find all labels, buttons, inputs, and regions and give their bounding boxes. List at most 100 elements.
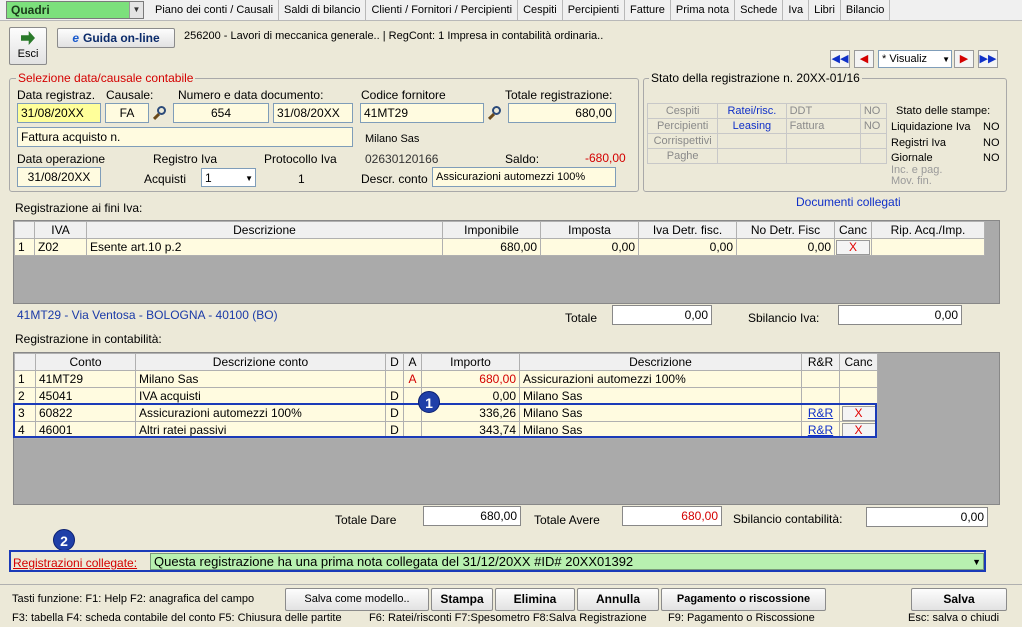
sbilancio-iva-value: 0,00 <box>838 305 962 325</box>
descr-conto-input[interactable]: Assicurazioni automezzi 100% <box>432 167 616 187</box>
last-record-icon[interactable]: ▶▶ <box>978 50 998 68</box>
stampe-giornale-label: Giornale <box>891 152 933 164</box>
stampa-button[interactable]: Stampa <box>431 588 493 611</box>
collegate-select[interactable]: Questa registrazione ha una prima nota c… <box>150 553 984 570</box>
prev-record-icon[interactable]: ◀ <box>854 50 874 68</box>
elimina-button[interactable]: Elimina <box>495 588 575 611</box>
protocollo-value: 1 <box>298 172 305 186</box>
view-mode-select[interactable]: * Visualiz ▼ <box>878 50 952 68</box>
esci-button[interactable]: Esci <box>9 27 47 65</box>
iva-col-descrizione: Descrizione <box>86 221 443 239</box>
stato-paghe: Paghe <box>646 148 719 164</box>
sbilancio-contab-label: Sbilancio contabilità: <box>733 512 843 526</box>
menu-item-libri[interactable]: Libri <box>809 0 841 20</box>
pagamento-button[interactable]: Pagamento o riscossione <box>661 588 826 611</box>
codice-fornitore-input[interactable]: 41MT29 <box>360 103 484 123</box>
first-record-icon[interactable]: ◀◀ <box>830 50 850 68</box>
chevron-down-icon[interactable]: ▼ <box>129 2 143 18</box>
data-registraz-label: Data registraz. <box>17 88 96 102</box>
stato-title: Stato della registrazione n. 20XX-01/16 <box>649 71 862 85</box>
stato-leasing: Leasing <box>717 118 787 134</box>
guida-online-button[interactable]: e Guida on-line <box>57 28 175 48</box>
stato-cespiti: Cespiti <box>646 103 719 119</box>
descrizione-input[interactable]: Fattura acquisto n. <box>17 127 353 147</box>
highlight-box-rows <box>13 403 877 438</box>
tasti-funzione-line2: F3: tabella F4: scheda contabile del con… <box>12 612 342 624</box>
totale-avere-value: 680,00 <box>622 506 722 526</box>
fornitore-address: 41MT29 - Via Ventosa - BOLOGNA - 40100 (… <box>17 308 278 322</box>
tasti-funzione-line2b: F6: Ratei/risconti F7:Spesometro F8:Salv… <box>369 612 647 624</box>
causale-label: Causale: <box>106 88 154 102</box>
chevron-down-icon: ▼ <box>942 55 950 64</box>
chevron-down-icon: ▼ <box>972 557 981 567</box>
menu-item-cespiti[interactable]: Cespiti <box>518 0 563 20</box>
menu-item-iva[interactable]: Iva <box>783 0 810 20</box>
registro-iva-select[interactable]: 1 ▼ <box>201 168 256 187</box>
totale-dare-label: Totale Dare <box>335 513 397 527</box>
totale-registrazione-input[interactable]: 680,00 <box>508 103 616 123</box>
table-row[interactable]: 1 Z02 Esente art.10 p.2 680,00 0,00 0,00… <box>14 238 985 256</box>
stampe-liquidazione-label: Liquidazione Iva <box>891 121 971 133</box>
menu-item-percipienti[interactable]: Percipienti <box>563 0 626 20</box>
stampe-giornale-value: NO <box>983 152 1000 164</box>
annotation-badge-1: 1 <box>418 391 440 413</box>
iva-totale-value: 0,00 <box>612 305 712 325</box>
codice-fornitore-label: Codice fornitore <box>361 88 446 102</box>
registro-iva-label: Registro Iva <box>153 152 218 166</box>
contab-section-title: Registrazione in contabilità: <box>15 332 162 346</box>
menu-item-schede[interactable]: Schede <box>735 0 784 20</box>
stampe-registri-label: Registri Iva <box>891 137 947 149</box>
annulla-button[interactable]: Annulla <box>577 588 659 611</box>
selezione-title: Selezione data/causale contabile <box>16 71 196 85</box>
documenti-collegati-link[interactable]: Documenti collegati <box>796 195 901 209</box>
search-icon[interactable] <box>487 105 503 121</box>
salva-button[interactable]: Salva <box>911 588 1007 611</box>
numero-data-label: Numero e data documento: <box>178 88 324 102</box>
exit-icon <box>21 31 35 45</box>
stato-ratei: Ratei/risc. <box>717 103 787 119</box>
menu-item-clienti[interactable]: Clienti / Fornitori / Percipienti <box>366 0 519 20</box>
iva-totale-label: Totale <box>565 311 598 325</box>
stato-ddt-value: NO <box>859 103 888 119</box>
acquisti-label: Acquisti <box>144 172 187 186</box>
saldo-value: -680,00 <box>585 151 626 165</box>
numero-doc-input[interactable]: 654 <box>173 103 269 123</box>
table-row[interactable]: 1 41MT29 Milano Sas A 680,00 Assicurazio… <box>14 370 878 388</box>
quadri-select-value: Quadri <box>11 3 50 17</box>
stato-percipienti: Percipienti <box>646 118 719 134</box>
data-doc-input[interactable]: 31/08/20XX <box>273 103 353 123</box>
contab-col-a: A <box>403 353 422 371</box>
protocollo-label: Protocollo Iva <box>264 152 337 166</box>
salva-modello-button[interactable]: Salva come modello.. <box>285 588 429 611</box>
iva-col-imponibile: Imponibile <box>442 221 541 239</box>
contab-col-descconto: Descrizione conto <box>135 353 386 371</box>
menu-item-fatture[interactable]: Fatture <box>625 0 671 20</box>
quadri-select[interactable]: Quadri ▼ <box>6 1 144 19</box>
contab-col-rr: R&R <box>801 353 840 371</box>
delete-row-button[interactable]: X <box>836 239 870 255</box>
data-registraz-input[interactable]: 31/08/20XX <box>17 103 101 123</box>
main-menu: Piano dei conti / Causali Saldi di bilan… <box>150 0 891 20</box>
stato-fattura: Fattura <box>785 118 861 134</box>
totale-registrazione-label: Totale registrazione: <box>505 88 613 102</box>
sbilancio-iva-label: Sbilancio Iva: <box>748 311 820 325</box>
causale-input[interactable]: FA <box>105 103 149 123</box>
menu-item-saldi[interactable]: Saldi di bilancio <box>279 0 367 20</box>
table-row[interactable]: 2 45041 IVA acquisti D 0,00 Milano Sas <box>14 387 878 405</box>
menu-item-bilancio[interactable]: Bilancio <box>841 0 891 20</box>
menu-item-prima-nota[interactable]: Prima nota <box>671 0 736 20</box>
iva-col-rip: Rip. Acq./Imp. <box>871 221 985 239</box>
contab-col-d: D <box>385 353 404 371</box>
data-operazione-input[interactable]: 31/08/20XX <box>17 167 101 187</box>
next-record-icon[interactable]: ▶ <box>954 50 974 68</box>
search-icon[interactable] <box>152 105 168 121</box>
collegate-label[interactable]: Registrazioni collegate: <box>13 556 137 570</box>
iva-col-iva: IVA <box>34 221 87 239</box>
iva-col-detr: Iva Detr. fisc. <box>638 221 737 239</box>
contab-col-conto: Conto <box>35 353 136 371</box>
totale-avere-label: Totale Avere <box>534 513 600 527</box>
fornitore-piva: 02630120166 <box>365 152 439 166</box>
menu-item-piano-conti[interactable]: Piano dei conti / Causali <box>150 0 280 20</box>
footer-divider <box>0 584 1022 585</box>
iva-table: IVA Descrizione Imponibile Imposta Iva D… <box>14 221 985 256</box>
